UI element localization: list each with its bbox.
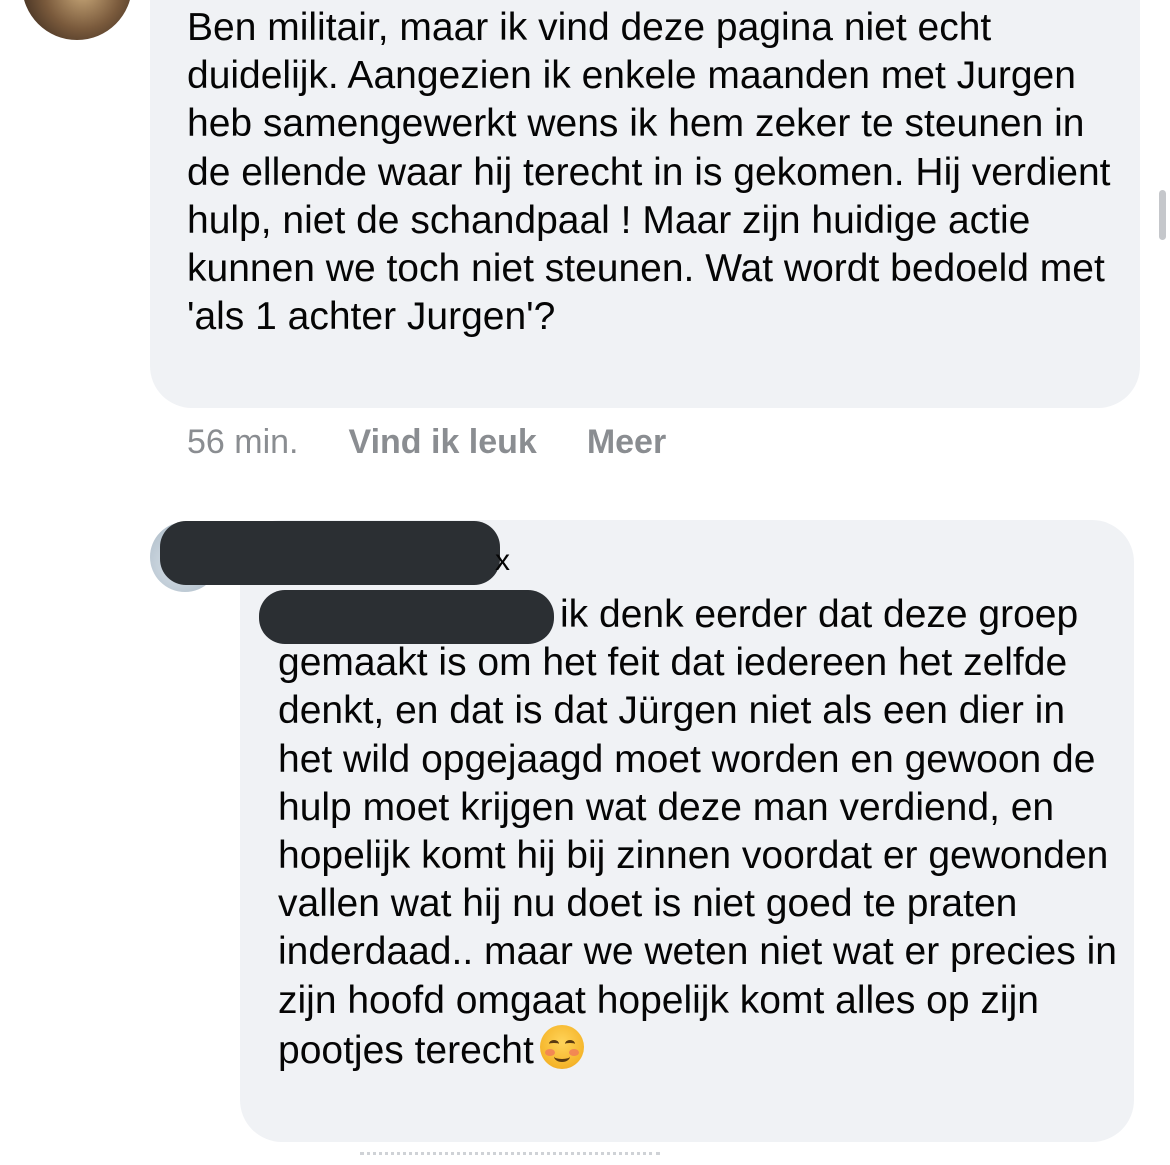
next-comment-actions-fragment: [360, 1152, 660, 1165]
comment-text-1: Ben militair, maar ik vind deze pagina n…: [187, 6, 1122, 339]
comment-actions-row: 56 min. Vind ik leuk Meer: [187, 420, 666, 464]
comment-text-2: ik denk eerder dat deze groep gemaakt is…: [278, 591, 1118, 1075]
redacted-author-name: [160, 521, 500, 585]
comment-timestamp[interactable]: 56 min.: [187, 423, 299, 462]
more-button[interactable]: Meer: [587, 423, 666, 462]
scrollbar[interactable]: [1159, 190, 1166, 240]
smiling-face-emoji-icon: [539, 1024, 584, 1069]
author-name-suffix[interactable]: x: [495, 544, 510, 578]
comment-text-2-body: ik denk eerder dat deze groep gemaakt is…: [278, 593, 1128, 1072]
commenter-avatar-1[interactable]: [22, 0, 132, 40]
like-button[interactable]: Vind ik leuk: [349, 423, 537, 462]
